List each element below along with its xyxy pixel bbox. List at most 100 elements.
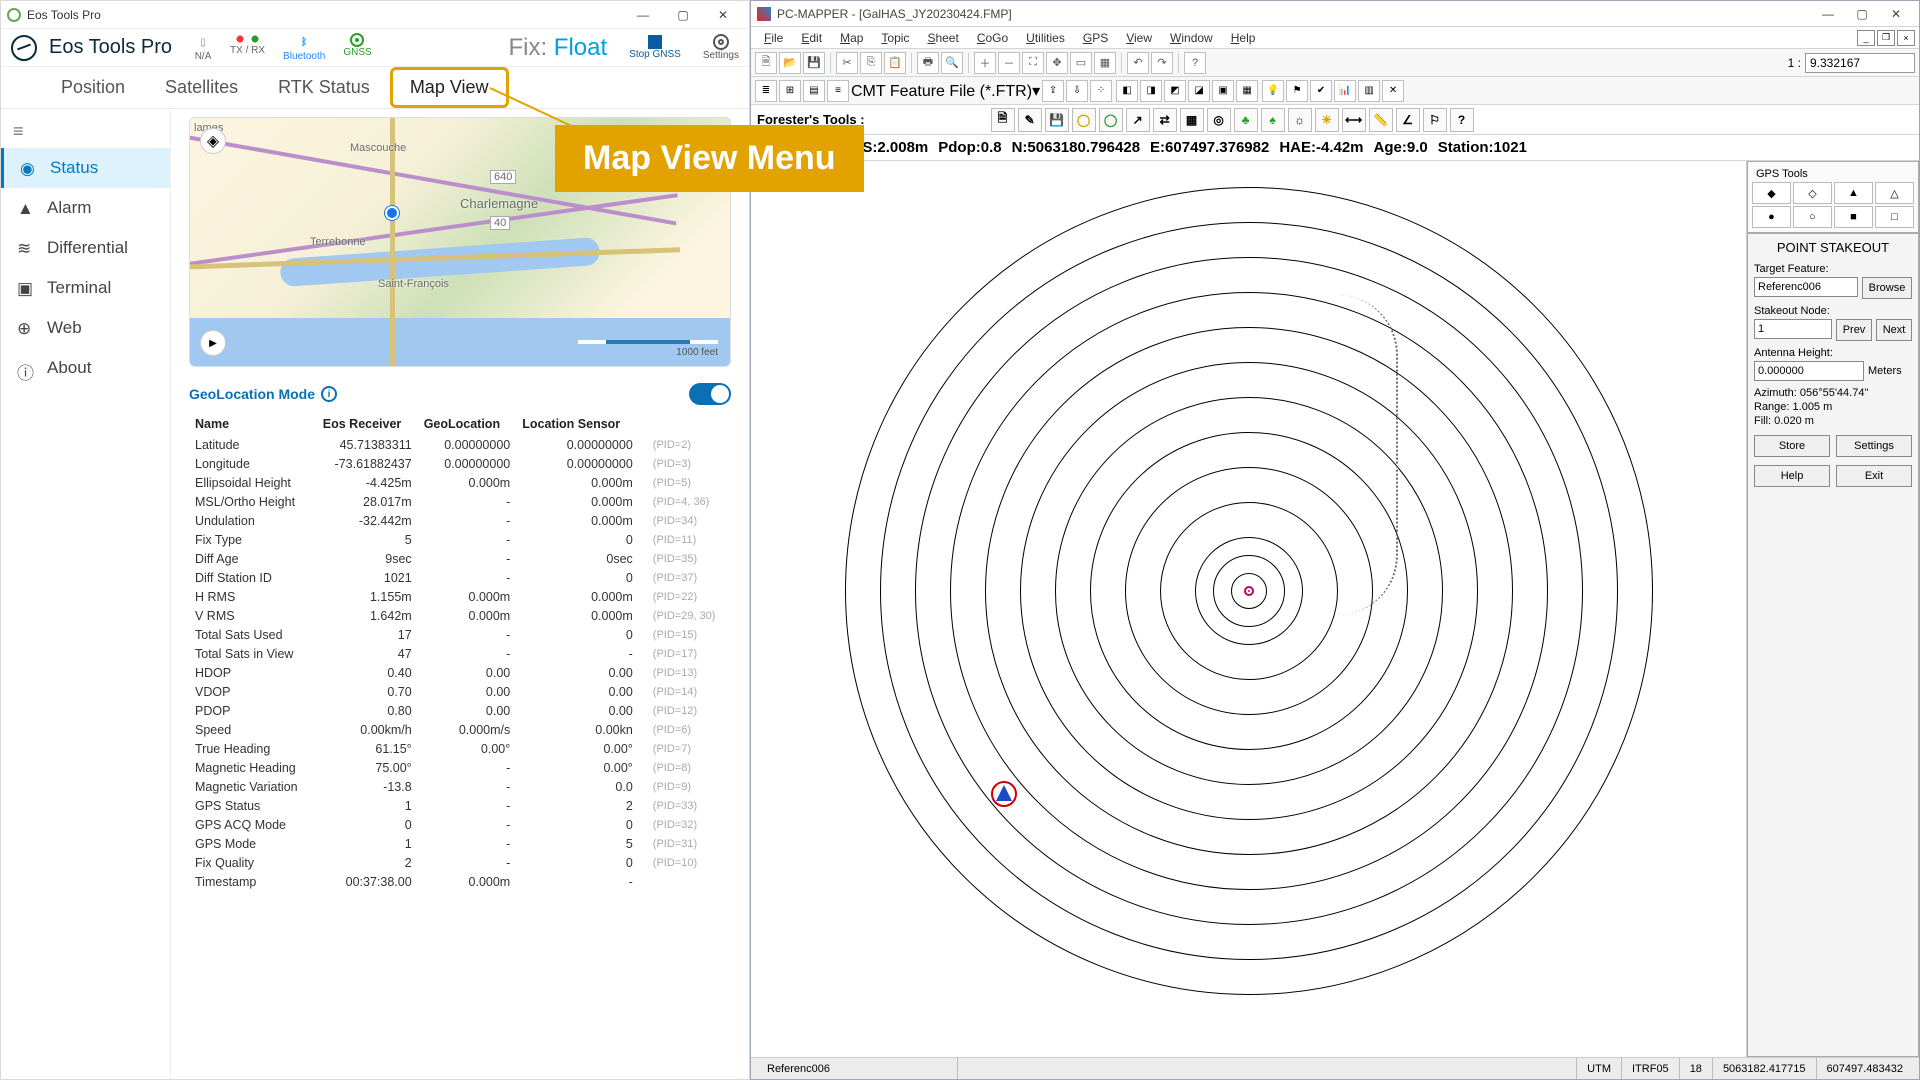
geolocation-mode-toggle[interactable] bbox=[689, 383, 731, 405]
forester-ruler-icon[interactable]: 📏 bbox=[1369, 108, 1393, 132]
sidebar-item-about[interactable]: ⓘAbout bbox=[1, 348, 170, 388]
prev-button[interactable]: Prev bbox=[1836, 319, 1872, 341]
save-icon[interactable]: 💾 bbox=[803, 52, 825, 74]
undo-icon[interactable]: ↶ bbox=[1127, 52, 1149, 74]
pcm-close-button[interactable]: ✕ bbox=[1879, 1, 1913, 26]
stop-gnss-button[interactable]: Stop GNSS bbox=[629, 35, 681, 60]
import-icon[interactable]: ⇩ bbox=[1066, 80, 1088, 102]
forester-edit-icon[interactable]: ✎ bbox=[1018, 108, 1042, 132]
menu-cogo[interactable]: CoGo bbox=[968, 31, 1017, 45]
grid-icon[interactable]: ▦ bbox=[1094, 52, 1116, 74]
scale-input[interactable] bbox=[1805, 53, 1915, 73]
settings-button[interactable]: Settings bbox=[703, 34, 739, 61]
tool-b-icon[interactable]: ◨ bbox=[1140, 80, 1162, 102]
forester-tree1-icon[interactable]: ♣ bbox=[1234, 108, 1258, 132]
list-icon[interactable]: ≣ bbox=[755, 80, 777, 102]
gps-tool-2[interactable]: ◇ bbox=[1793, 182, 1832, 204]
menu-window[interactable]: Window bbox=[1161, 31, 1222, 45]
antenna-height-input[interactable] bbox=[1754, 361, 1864, 381]
map-layers-button[interactable]: ◈ bbox=[200, 128, 226, 154]
next-button[interactable]: Next bbox=[1876, 319, 1912, 341]
browse-button[interactable]: Browse bbox=[1862, 277, 1912, 299]
flag-icon[interactable]: ⚑ bbox=[1286, 80, 1308, 102]
tool-f-icon[interactable]: ▦ bbox=[1236, 80, 1258, 102]
tree-icon[interactable]: ⊞ bbox=[779, 80, 801, 102]
print-icon[interactable]: 🖶 bbox=[917, 52, 939, 74]
menu-sheet[interactable]: Sheet bbox=[918, 31, 967, 45]
pcm-minimize-button[interactable]: — bbox=[1811, 1, 1845, 26]
forester-circle-y-icon[interactable]: ◯ bbox=[1072, 108, 1096, 132]
cross-icon[interactable]: ✕ bbox=[1382, 80, 1404, 102]
zoom-out-icon[interactable]: － bbox=[998, 52, 1020, 74]
zoom-in-icon[interactable]: ＋ bbox=[974, 52, 996, 74]
gps-tool-5[interactable]: ● bbox=[1752, 206, 1791, 228]
bulb-icon[interactable]: 💡 bbox=[1262, 80, 1284, 102]
sheet-icon[interactable]: ▥ bbox=[1358, 80, 1380, 102]
forester-orbit-icon[interactable]: ☼ bbox=[1288, 108, 1312, 132]
forester-grid-icon[interactable]: ▦ bbox=[1180, 108, 1204, 132]
forester-help-icon[interactable]: ? bbox=[1450, 108, 1474, 132]
forester-save-icon[interactable]: 💾 bbox=[1045, 108, 1069, 132]
feature-file-select[interactable]: CMT Feature File (*.FTR)▾ bbox=[851, 81, 1040, 101]
exit-button[interactable]: Exit bbox=[1836, 465, 1912, 487]
sidebar-item-differential[interactable]: ≋Differential bbox=[1, 228, 170, 268]
hamburger-icon[interactable]: ≡ bbox=[1, 115, 170, 148]
forester-angle-icon[interactable]: ∠ bbox=[1396, 108, 1420, 132]
pcm-maximize-button[interactable]: ▢ bbox=[1845, 1, 1879, 26]
menu-view[interactable]: View bbox=[1117, 31, 1161, 45]
gps-tool-8[interactable]: □ bbox=[1875, 206, 1914, 228]
forester-target-icon[interactable]: ◎ bbox=[1207, 108, 1231, 132]
sidebar-item-terminal[interactable]: ▣Terminal bbox=[1, 268, 170, 308]
cut-icon[interactable]: ✂ bbox=[836, 52, 858, 74]
tab-position[interactable]: Position bbox=[41, 67, 145, 108]
forester-link-icon[interactable]: ⇄ bbox=[1153, 108, 1177, 132]
copy-icon[interactable]: ⎘ bbox=[860, 52, 882, 74]
tab-satellites[interactable]: Satellites bbox=[145, 67, 258, 108]
forester-measure-icon[interactable]: ⟷ bbox=[1342, 108, 1366, 132]
target-feature-input[interactable] bbox=[1754, 277, 1858, 297]
paste-icon[interactable]: 📋 bbox=[884, 52, 906, 74]
help-icon[interactable]: ? bbox=[1184, 52, 1206, 74]
gps-tool-6[interactable]: ○ bbox=[1793, 206, 1832, 228]
menu-map[interactable]: Map bbox=[831, 31, 872, 45]
forester-tree2-icon[interactable]: ♠ bbox=[1261, 108, 1285, 132]
menu-file[interactable]: File bbox=[755, 31, 792, 45]
menu-topic[interactable]: Topic bbox=[872, 31, 918, 45]
sidebar-item-status[interactable]: ◉Status bbox=[1, 148, 170, 188]
chart-icon[interactable]: 📊 bbox=[1334, 80, 1356, 102]
export-icon[interactable]: ⇪ bbox=[1042, 80, 1064, 102]
forester-new-icon[interactable]: 🗎 bbox=[991, 108, 1015, 132]
sidebar-item-web[interactable]: ⊕Web bbox=[1, 308, 170, 348]
info-icon[interactable]: i bbox=[321, 386, 337, 402]
store-button[interactable]: Store bbox=[1754, 435, 1830, 457]
rows-icon[interactable]: ≡ bbox=[827, 80, 849, 102]
pan-icon[interactable]: ✥ bbox=[1046, 52, 1068, 74]
gps-tool-3[interactable]: ▲ bbox=[1834, 182, 1873, 204]
tool-a-icon[interactable]: ◧ bbox=[1116, 80, 1138, 102]
redo-icon[interactable]: ↷ bbox=[1151, 52, 1173, 74]
table-icon[interactable]: ▤ bbox=[803, 80, 825, 102]
stakeout-node-input[interactable] bbox=[1754, 319, 1832, 339]
menu-gps[interactable]: GPS bbox=[1074, 31, 1117, 45]
tab-rtk-status[interactable]: RTK Status bbox=[258, 67, 390, 108]
close-button[interactable]: ✕ bbox=[703, 1, 743, 28]
pcm-map-canvas[interactable] bbox=[751, 161, 1747, 1057]
mdi-restore[interactable]: ❐ bbox=[1877, 30, 1895, 46]
find-icon[interactable]: 🔍 bbox=[941, 52, 963, 74]
tool-d-icon[interactable]: ◪ bbox=[1188, 80, 1210, 102]
select-icon[interactable]: ▭ bbox=[1070, 52, 1092, 74]
forester-marker-icon[interactable]: ⚐ bbox=[1423, 108, 1447, 132]
gps-tool-7[interactable]: ■ bbox=[1834, 206, 1873, 228]
menu-edit[interactable]: Edit bbox=[792, 31, 831, 45]
forester-circle-g-icon[interactable]: ◯ bbox=[1099, 108, 1123, 132]
points-icon[interactable]: ⁘ bbox=[1090, 80, 1112, 102]
minimize-button[interactable]: — bbox=[623, 1, 663, 28]
gps-tool-1[interactable]: ◆ bbox=[1752, 182, 1791, 204]
check-icon[interactable]: ✔ bbox=[1310, 80, 1332, 102]
help-button[interactable]: Help bbox=[1754, 465, 1830, 487]
forester-arrow-icon[interactable]: ↗ bbox=[1126, 108, 1150, 132]
maximize-button[interactable]: ▢ bbox=[663, 1, 703, 28]
zoom-fit-icon[interactable]: ⛶ bbox=[1022, 52, 1044, 74]
forester-sun-icon[interactable]: ☀ bbox=[1315, 108, 1339, 132]
map-play-button[interactable]: ▶ bbox=[200, 330, 226, 356]
